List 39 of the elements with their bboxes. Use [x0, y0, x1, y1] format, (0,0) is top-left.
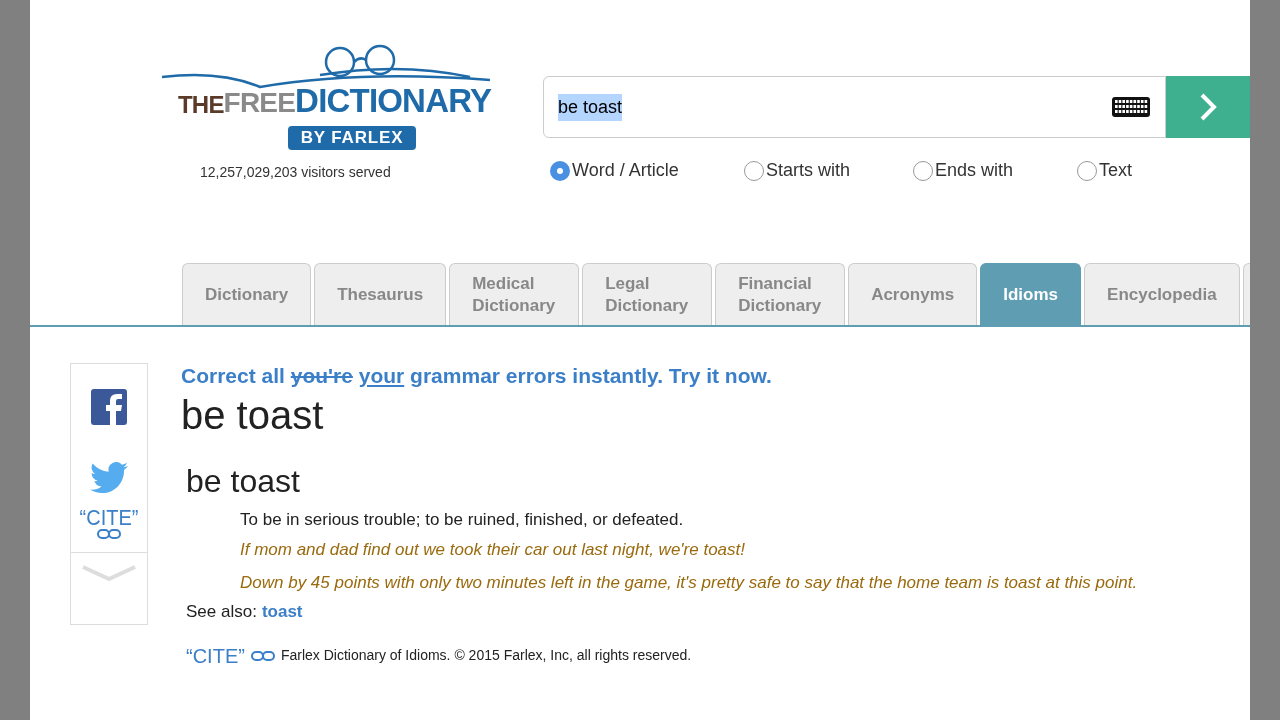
search-button[interactable]	[1166, 76, 1250, 138]
cite-button[interactable]: “CITE”	[186, 644, 245, 667]
tab[interactable]: Thesaurus	[314, 263, 447, 325]
visitors-count: 12,257,029,203 visitors served	[200, 163, 392, 182]
see-also-link[interactable]: toast	[261, 599, 303, 625]
tab[interactable]: Encyclopedia	[1084, 263, 1240, 325]
cite-button[interactable]: “CITE”	[79, 504, 139, 530]
definition: To be in serious trouble; to be ruined, finished, or defeated.	[240, 509, 685, 531]
search-field[interactable]: be toast	[543, 76, 1166, 138]
search-mode-radio[interactable]: Starts with	[744, 157, 913, 184]
example-sentence: Down by 45 points with only two minutes left in the game, it's pretty safe to say that the home team is toast at this point.	[240, 572, 1139, 594]
chevron-down-icon[interactable]	[81, 565, 137, 581]
search-text: be toast	[558, 93, 623, 121]
promo-link[interactable]: Correct all you're your grammar errors instantly. Try it now.	[181, 363, 1181, 389]
keyboard-icon[interactable]	[1111, 96, 1151, 118]
tab[interactable]: Acronyms	[848, 263, 978, 325]
link-icon	[97, 528, 121, 540]
logo-text: THE	[178, 93, 224, 117]
copyright-text: Farlex Dictionary of Idioms. © 2015 Farlex, Inc, all rights reserved.	[280, 646, 692, 665]
logo-text: DICTIONARY	[295, 84, 492, 117]
tab[interactable]: Idioms	[980, 263, 1082, 325]
tab[interactable]: Financial Dictionary	[715, 263, 846, 325]
logo-text: FREE	[223, 89, 296, 117]
see-also-label: See also:	[186, 601, 257, 623]
bird-icon[interactable]	[90, 462, 128, 494]
facebook-icon[interactable]	[91, 389, 127, 425]
tab[interactable]: Medical Dictionary	[449, 263, 580, 325]
search-mode-radio[interactable]: Word / Article	[550, 157, 744, 184]
logo-badge: BY FARLEX	[288, 126, 416, 150]
tab[interactable]: Legal Dictionary	[582, 263, 713, 325]
logo[interactable]: THEFREEDICTIONARY BY FARLEX	[160, 42, 500, 152]
link-icon	[250, 649, 275, 662]
page-title: be toast	[181, 392, 325, 439]
search-mode-radio[interactable]: Text	[1077, 157, 1241, 184]
headword: be toast	[186, 462, 301, 501]
chevron-right-icon	[1199, 92, 1217, 122]
tab[interactable]: Dictionary	[182, 263, 312, 325]
example-sentence: If mom and dad find out we took their car out last night, we're toast!	[240, 539, 746, 561]
search-mode-radio[interactable]: Ends with	[913, 157, 1077, 184]
